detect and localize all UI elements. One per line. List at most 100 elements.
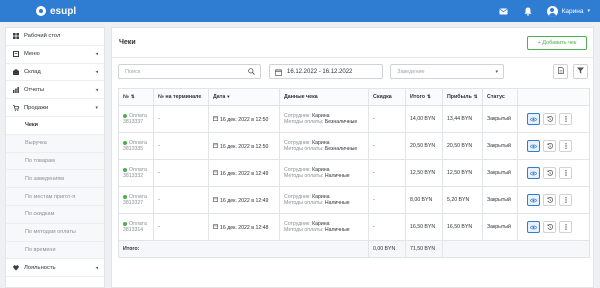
top-bar: esupl Карина ▾ xyxy=(0,0,600,22)
column-header-status: Статус xyxy=(482,88,518,106)
history-icon xyxy=(546,116,553,122)
discount-cell: - xyxy=(368,159,406,187)
more-options-button[interactable] xyxy=(559,167,572,179)
sidebar-subitem-by-prep-places[interactable]: По местам пригот-я xyxy=(6,188,104,206)
sidebar-item-menu[interactable]: Меню ◂ xyxy=(6,46,104,64)
table-row[interactable]: Оплата 3813314 - 16 дек. 2022 в 12:48 Со… xyxy=(118,213,590,241)
table-header-row: № ⇅ № на терминале Дата ▾ Данные чека Скид… xyxy=(118,88,590,106)
mail-icon[interactable] xyxy=(499,6,509,16)
calendar-icon xyxy=(213,196,219,204)
column-header-total[interactable]: Итого ⇅ xyxy=(405,88,443,106)
heart-icon xyxy=(13,265,19,271)
sidebar-item-label: Меню xyxy=(24,51,40,58)
sidebar-subitem-by-discounts[interactable]: По скидкам xyxy=(6,205,104,224)
view-button[interactable] xyxy=(527,140,540,152)
history-icon xyxy=(546,143,553,149)
discount-cell: - xyxy=(368,186,406,214)
details-cell: Сотрудник: Карина Методы оплаты: Наличны… xyxy=(279,186,369,214)
date-range-picker[interactable]: 16.12.2022 - 16.12.2022 xyxy=(269,64,383,79)
history-button[interactable] xyxy=(543,140,556,152)
calendar-icon xyxy=(213,115,219,123)
table-row[interactable]: Оплата 3813327 - 16 дек. 2022 в 12:49 Со… xyxy=(118,186,590,214)
brand-logo[interactable]: esupl xyxy=(36,6,76,17)
sidebar-subitem-by-time[interactable]: По времени xyxy=(6,241,104,260)
filter-icon xyxy=(577,67,584,76)
history-button[interactable] xyxy=(543,113,556,125)
column-header-number[interactable]: № ⇅ xyxy=(118,88,154,106)
venue-select[interactable]: Заведение ▾ xyxy=(390,64,504,79)
brand-name: esupl xyxy=(50,5,77,17)
more-options-button[interactable] xyxy=(559,221,572,233)
paid-status-dot xyxy=(123,113,127,118)
view-button[interactable] xyxy=(527,167,540,179)
sidebar-subitem-by-payment-methods[interactable]: По методам оплаты xyxy=(6,223,104,242)
sidebar-subitem-by-products[interactable]: По товарам xyxy=(6,152,104,171)
date-cell: 16 дек. 2022 в 12:49 xyxy=(208,159,280,187)
receipt-number-cell[interactable]: Оплата 3813337 xyxy=(118,105,154,133)
table-row[interactable]: Оплата 3813335 - 16 дек. 2022 в 12:50 Со… xyxy=(118,132,590,160)
document-icon xyxy=(557,67,564,76)
terminal-number-cell: - xyxy=(153,132,209,160)
receipt-id: 3813337 xyxy=(123,119,144,125)
actions-cell xyxy=(517,159,590,187)
terminal-number-cell: - xyxy=(153,159,209,187)
date-cell: 16 дек. 2022 в 12:50 xyxy=(208,132,280,160)
more-options-button[interactable] xyxy=(559,194,572,206)
sidebar-subitem-by-venues[interactable]: По заведениям xyxy=(6,170,104,189)
profit-cell: 5,20 BYN xyxy=(442,186,483,214)
profit-cell: 13,44 BYN xyxy=(442,105,483,133)
date-range-value: 16.12.2022 - 16.12.2022 xyxy=(287,68,353,75)
profit-cell: 16,50 BYN xyxy=(442,213,483,241)
more-vertical-icon xyxy=(564,116,567,122)
chevron-down-icon: ▾ xyxy=(587,8,590,14)
receipt-number-cell[interactable]: Оплата 3813335 xyxy=(118,132,154,160)
column-header-actions xyxy=(517,88,590,106)
view-button[interactable] xyxy=(527,221,540,233)
paid-status-dot xyxy=(123,140,127,145)
calendar-icon xyxy=(213,142,219,150)
receipt-number-cell[interactable]: Оплата 3813314 xyxy=(118,213,154,241)
sidebar-subitem-receipts[interactable]: Чеки xyxy=(6,116,104,135)
filter-button[interactable] xyxy=(573,64,588,79)
receipt-number-cell[interactable]: Оплата 3813327 xyxy=(118,186,154,214)
totals-discount: 0,00 BYN xyxy=(368,240,406,258)
search-input[interactable]: Поиск xyxy=(118,64,261,79)
chevron-left-icon: ◂ xyxy=(95,51,98,58)
terminal-number-cell: - xyxy=(153,105,209,133)
sidebar-item-reports[interactable]: Отчеты ◂ xyxy=(6,81,104,100)
receipt-id: 3813332 xyxy=(123,173,144,179)
sidebar-subitem-revenue[interactable]: Выручка xyxy=(6,134,104,153)
receipt-number-cell[interactable]: Оплата 3813332 xyxy=(118,159,154,187)
export-button[interactable] xyxy=(553,64,568,79)
sidebar-item-dashboard[interactable]: Рабочий стол xyxy=(6,28,104,46)
paid-status-dot xyxy=(123,194,127,199)
calendar-icon xyxy=(213,223,219,231)
sidebar-item-loyalty[interactable]: Лояльность ◂ xyxy=(6,259,104,278)
column-header-date[interactable]: Дата ▾ xyxy=(208,88,280,106)
eye-icon xyxy=(530,225,537,229)
bell-icon[interactable] xyxy=(523,6,533,16)
sort-icon: ⇅ xyxy=(473,94,478,99)
more-vertical-icon xyxy=(564,143,567,149)
history-button[interactable] xyxy=(543,194,556,206)
warehouse-icon xyxy=(13,68,19,75)
more-options-button[interactable] xyxy=(559,113,572,125)
sidebar-item-sales[interactable]: Продажи ▾ xyxy=(6,99,104,117)
user-name: Карина xyxy=(561,7,584,15)
sidebar-item-warehouse[interactable]: Склад ◂ xyxy=(6,64,104,82)
status-cell: Закрытый xyxy=(482,132,518,160)
table-row[interactable]: Оплата 3813332 - 16 дек. 2022 в 12:49 Со… xyxy=(118,159,590,187)
more-options-button[interactable] xyxy=(559,140,572,152)
history-button[interactable] xyxy=(543,221,556,233)
history-button[interactable] xyxy=(543,167,556,179)
column-header-profit[interactable]: Прибыль ⇅ xyxy=(442,88,483,106)
table-row[interactable]: Оплата 3813337 - 16 дек. 2022 в 12:50 Со… xyxy=(118,105,590,133)
view-button[interactable] xyxy=(527,113,540,125)
actions-cell xyxy=(517,132,590,160)
total-cell: 8,00 BYN xyxy=(405,186,443,214)
add-receipt-button[interactable]: + Добавить чек xyxy=(527,36,587,50)
profit-cell: 20,50 BYN xyxy=(442,132,483,160)
view-button[interactable] xyxy=(527,194,540,206)
eye-icon xyxy=(530,198,537,202)
user-menu[interactable]: Карина ▾ xyxy=(546,5,590,17)
